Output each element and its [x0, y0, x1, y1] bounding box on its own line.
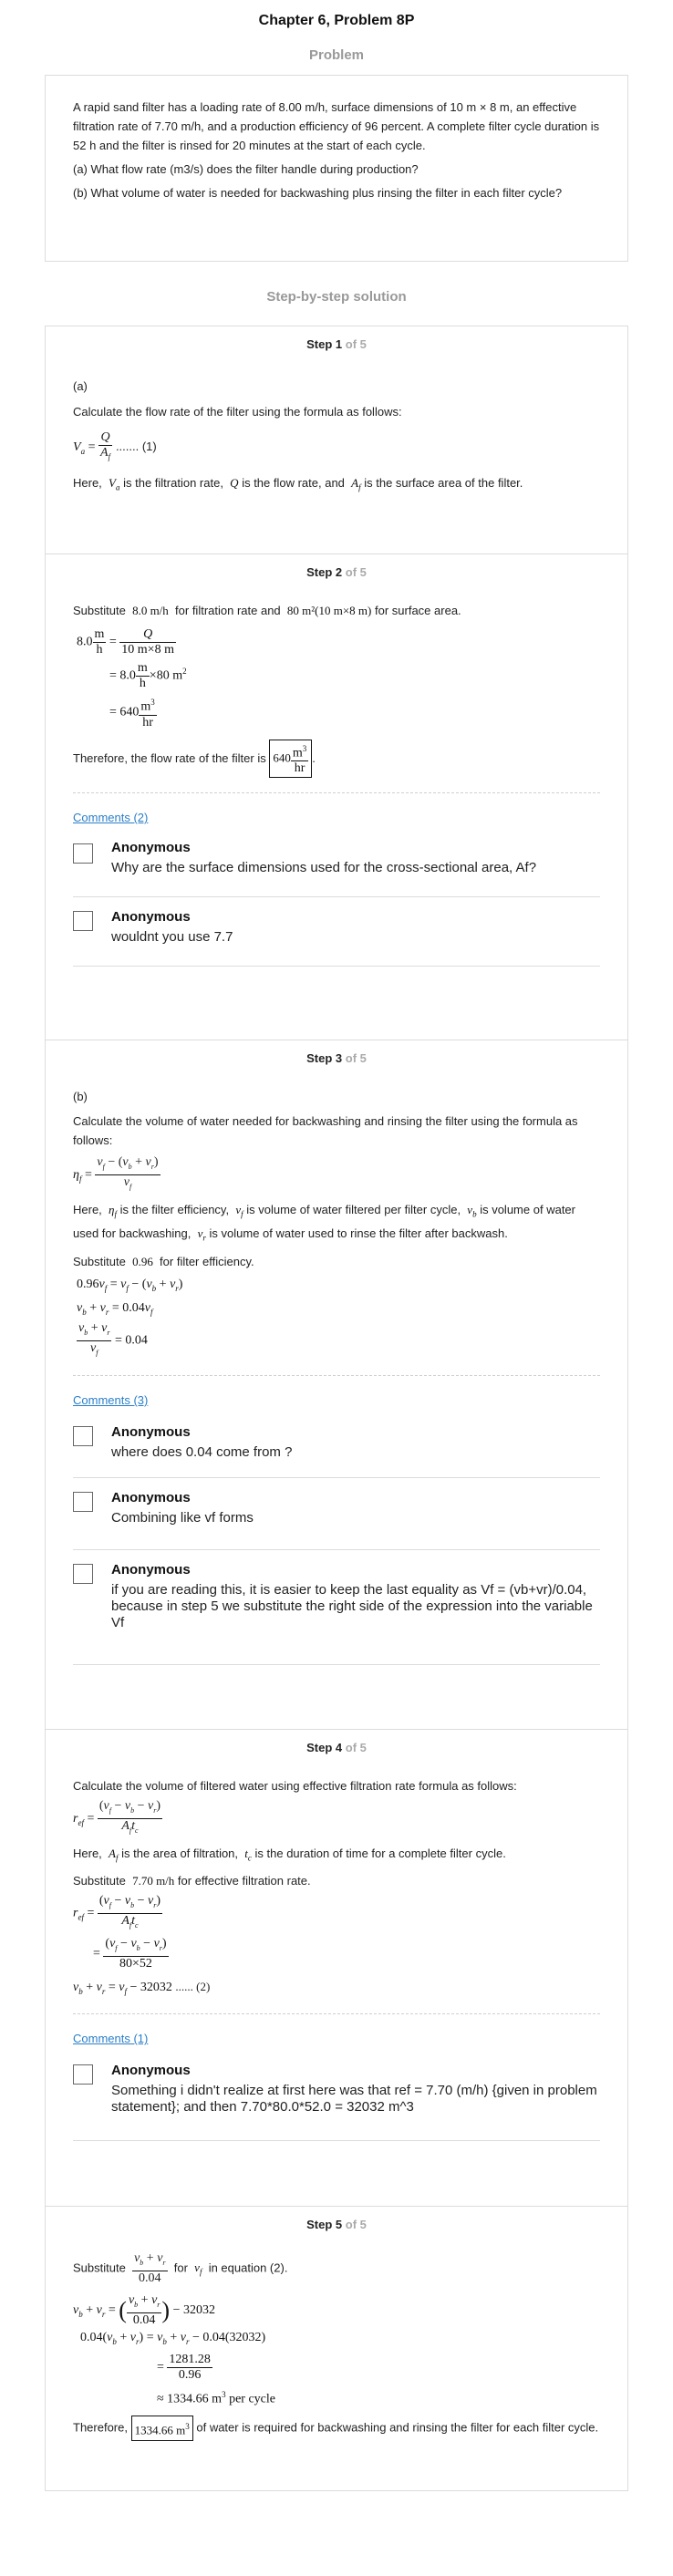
comment-author: Anonymous: [111, 2063, 191, 2079]
solution-heading: Step-by-step solution: [266, 289, 407, 305]
part-label: (a): [73, 379, 88, 393]
problem-text: A rapid sand filter has a loading rate o…: [73, 100, 600, 152]
calculation-block: vb + vr = (vb + vr 0.04) − 32032 0.04(vb …: [73, 2292, 275, 2407]
comment-author: Anonymous: [111, 840, 191, 856]
calculation-block: 0.96vf = vf − (vb + vr) vb + vr = 0.04vf…: [77, 1277, 183, 1357]
step-5: Step 5 of 5 Substitute vb + vr 0.04 for v…: [45, 2207, 628, 2491]
step-title: Step 5 of 5: [306, 2218, 367, 2231]
divider: [73, 2013, 600, 2015]
formula-efficiency: ηf = vf − (vb + vr) vf: [73, 1155, 160, 1191]
comment-text: where does 0.04 come from ?: [111, 1443, 293, 1460]
question-a: (a) What flow rate (m3/s) does the filte…: [73, 162, 419, 176]
comments-link[interactable]: Comments (1): [73, 2032, 148, 2045]
step-intro: Calculate the volume of filtered water u…: [73, 1779, 517, 1793]
step-result: Therefore, 1334.66 m3 of water is requir…: [73, 2416, 600, 2442]
comment-text: Why are the surface dimensions used for …: [111, 860, 537, 876]
comment-author: Anonymous: [111, 1561, 191, 1578]
definitions: Here, ηf is the filter efficiency, vf is…: [73, 1202, 575, 1243]
divider: [73, 1374, 600, 1376]
step-2: Step 2 of 5 Substitute 8.0 m/h for filtr…: [45, 554, 628, 1040]
comment-author: Anonymous: [111, 1423, 191, 1440]
comment: Anonymous wouldnt you use 7.7: [73, 897, 600, 967]
divider: [73, 792, 600, 794]
substitution-line: Substitute 0.96 for filter efficiency.: [73, 1254, 254, 1268]
problem-heading: Problem: [308, 47, 364, 63]
comment-checkbox[interactable]: [73, 1563, 93, 1584]
comment: Anonymous Something i didn't realize at …: [73, 2054, 600, 2142]
comment-text: wouldnt you use 7.7: [111, 929, 233, 946]
definitions: Here, Af is the area of filtration, tc i…: [73, 1846, 506, 1863]
step-intro: Calculate the flow rate of the filter us…: [73, 405, 402, 419]
comment: Anonymous Why are the surface dimensions…: [73, 833, 600, 898]
comment-checkbox[interactable]: [73, 843, 93, 864]
comment-checkbox[interactable]: [73, 2064, 93, 2085]
step-title: Step 4 of 5: [306, 1741, 367, 1754]
comments-link[interactable]: Comments (3): [73, 1393, 148, 1407]
formula-1: Va = Q Af ....... (1): [73, 430, 157, 461]
step-3: Step 3 of 5 (b) Calculate the volume of …: [45, 1040, 628, 1730]
calculation-block: ref = (vf − vb − vr) Aftc = (vf − vb − vr…: [73, 1894, 211, 1996]
comment-checkbox[interactable]: [73, 1425, 93, 1446]
solution-box: Step 1 of 5 (a) Calculate the flow rate …: [45, 326, 628, 2491]
comment: Anonymous where does 0.04 come from ?: [73, 1415, 600, 1478]
substitution-line: Substitute 8.0 m/h for filtration rate a…: [73, 604, 461, 617]
comments-link[interactable]: Comments (2): [73, 811, 148, 824]
comment-author: Anonymous: [111, 909, 191, 926]
comment-text: Combining like vf forms: [111, 1509, 254, 1526]
comment-checkbox[interactable]: [73, 1491, 93, 1512]
comment-checkbox[interactable]: [73, 911, 93, 932]
formula-filtration: ref = (vf − vb − vr) Aftc: [73, 1799, 163, 1835]
page: Chapter 6, Problem 8P Problem A rapid sa…: [0, 0, 673, 2491]
question-b: (b) What volume of water is needed for b…: [73, 186, 563, 200]
step-4: Step 4 of 5 Calculate the volume of filt…: [45, 1730, 628, 2207]
problem-box: A rapid sand filter has a loading rate o…: [45, 75, 628, 262]
substitution-line: Substitute vb + vr 0.04 for vf in equatio…: [73, 2251, 288, 2285]
definitions: Here, Va is the filtration rate, Q is th…: [73, 475, 523, 492]
calculation-block: 8.0 m h = Q 10 m×8 m = 8.0 m h ×80 m2 = 640 m3 h…: [77, 627, 187, 729]
step-title: Step 2 of 5: [306, 565, 367, 579]
step-title: Step 3 of 5: [306, 1051, 367, 1065]
comment: Anonymous if you are reading this, it is…: [73, 1550, 600, 1665]
comment-text: if you are reading this, it is easier to…: [111, 1581, 593, 1630]
step-intro: Calculate the volume of water needed for…: [73, 1114, 578, 1147]
page-title: Chapter 6, Problem 8P: [258, 13, 415, 28]
comment: Anonymous Combining like vf forms: [73, 1478, 600, 1550]
step-title: Step 1 of 5: [306, 337, 367, 351]
substitution-line: Substitute 7.70 m/h for effective filtra…: [73, 1874, 311, 1888]
comment-author: Anonymous: [111, 1489, 191, 1505]
step-1: Step 1 of 5 (a) Calculate the flow rate …: [45, 326, 628, 554]
comment-text: Something i didn't realize at first here…: [111, 2083, 597, 2116]
part-label: (b): [73, 1090, 88, 1103]
step-result: Therefore, the flow rate of the filter i…: [73, 739, 600, 779]
